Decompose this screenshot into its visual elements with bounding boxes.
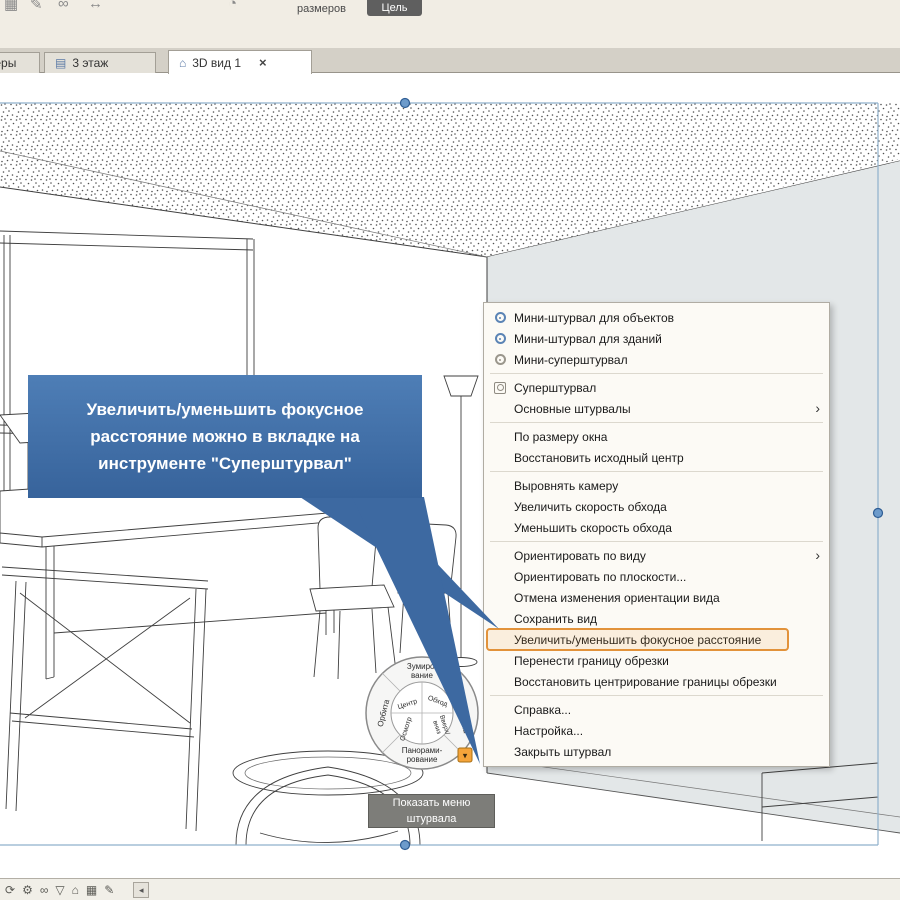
menu-item-label: Увеличить скорость обхода bbox=[514, 499, 667, 514]
menu-item-increase-walk-speed[interactable]: Увеличить скорость обхода bbox=[484, 496, 829, 517]
tab-label: 3D вид 1 bbox=[192, 55, 242, 70]
wheel-pan-label[interactable]: Панорами- bbox=[402, 746, 443, 755]
close-icon[interactable]: × bbox=[259, 55, 267, 70]
menu-item-orient-to-plane[interactable]: Ориентировать по плоскости... bbox=[484, 566, 829, 587]
settings-icon[interactable]: ⚙ bbox=[22, 884, 33, 896]
menu-item-fit-to-window[interactable]: По размеру окна bbox=[484, 426, 829, 447]
annotation-callout: Увеличить/уменьшить фокусное расстояние … bbox=[28, 375, 422, 498]
crop-handle-bottom bbox=[399, 839, 411, 851]
menu-item-mini-wheel-objects[interactable]: Мини-штурвал для объектов bbox=[484, 307, 829, 328]
menu-item-mini-wheel-buildings[interactable]: Мини-штурвал для зданий bbox=[484, 328, 829, 349]
menu-item-undo-orientation-change[interactable]: Отмена изменения ориентации вида bbox=[484, 587, 829, 608]
wheel-menu-button[interactable]: ▾ bbox=[457, 747, 473, 763]
menu-item-move-crop-boundary[interactable]: Перенести границу обрезки bbox=[484, 650, 829, 671]
wheel-tooltip-line1: Показать меню bbox=[392, 797, 471, 809]
target-button[interactable]: Цель bbox=[367, 0, 422, 16]
menu-item-label: Основные штурвалы bbox=[514, 401, 631, 416]
menu-item-label: Мини-штурвал для объектов bbox=[514, 310, 675, 325]
menu-item-label: Отмена изменения ориентации вида bbox=[514, 590, 720, 605]
menu-item-mini-super-wheel[interactable]: Мини-суперштурвал bbox=[484, 349, 829, 370]
menu-item-label: Справка... bbox=[514, 702, 572, 717]
crop-handle-right bbox=[872, 507, 884, 519]
menu-item-label: По размеру окна bbox=[514, 429, 608, 444]
menu-item-label: Восстановить центрирование границы обрез… bbox=[514, 674, 777, 689]
menu-item-basic-wheels[interactable]: Основные штурвалы › bbox=[484, 398, 829, 419]
svg-text:рование[interactable]: рование bbox=[407, 755, 438, 764]
view-tab-bar: ▤ еры ▤ 3 этаж ⌂ 3D вид 1 × bbox=[0, 48, 900, 74]
edit-icon[interactable]: ✎ bbox=[30, 0, 43, 13]
home-icon[interactable]: ⌂ bbox=[72, 884, 79, 896]
menu-item-label: Сохранить вид bbox=[514, 611, 598, 626]
drawing-canvas[interactable]: Зумиро- вание Панорами- рование Орбита П… bbox=[0, 73, 900, 878]
wheel-context-menu: Мини-штурвал для объектов Мини-штурвал д… bbox=[483, 302, 830, 767]
tab-partial[interactable]: ▤ еры bbox=[0, 52, 40, 73]
scroll-left-button[interactable]: ◂ bbox=[133, 881, 150, 898]
tab-label: 3 этаж bbox=[72, 56, 109, 70]
menu-item-level-camera[interactable]: Выровнять камеру bbox=[484, 475, 829, 496]
menu-item-close-wheel[interactable]: Закрыть штурвал bbox=[484, 741, 829, 762]
glasses-icon[interactable]: ∞ bbox=[40, 884, 49, 896]
sync-icon[interactable]: ⟳ bbox=[5, 884, 15, 896]
tab-floor-3[interactable]: ▤ 3 этаж bbox=[44, 52, 156, 73]
submenu-arrow-icon: › bbox=[815, 400, 820, 416]
menu-item-label: Увеличить/уменьшить фокусное расстояние bbox=[514, 632, 762, 647]
wheel-tooltip: Показать меню штурвала bbox=[368, 794, 495, 828]
callout-line2: расстояние можно в вкладке на bbox=[90, 427, 360, 446]
menu-item-label: Настройка... bbox=[514, 723, 584, 738]
menu-item-label: Мини-суперштурвал bbox=[514, 352, 628, 367]
tab-label: еры bbox=[0, 56, 17, 70]
menu-item-label: Выровнять камеру bbox=[514, 478, 619, 493]
grid-icon[interactable]: ▦ bbox=[86, 884, 97, 896]
menu-item-label: Перенести границу обрезки bbox=[514, 653, 669, 668]
menu-item-label: Закрыть штурвал bbox=[514, 744, 612, 759]
menu-item-label: Ориентировать по плоскости... bbox=[514, 569, 687, 584]
menu-item-super-wheel[interactable]: Суперштурвал bbox=[484, 377, 829, 398]
callout-line3: инструменте "Суперштурвал" bbox=[98, 454, 352, 473]
svg-text:вание[interactable]: вание bbox=[411, 671, 433, 680]
mini-super-wheel-icon bbox=[490, 354, 510, 365]
menu-item-label: Суперштурвал bbox=[514, 380, 597, 395]
crop-handle-top bbox=[399, 97, 411, 109]
menu-separator bbox=[490, 471, 823, 472]
menu-item-options[interactable]: Настройка... bbox=[484, 720, 829, 741]
mini-wheel-buildings-icon bbox=[490, 333, 510, 344]
chevron-down-icon: ▾ bbox=[463, 751, 468, 761]
menu-item-label: Мини-штурвал для зданий bbox=[514, 331, 662, 346]
menu-item-label: Уменьшить скорость обхода bbox=[514, 520, 672, 535]
menu-separator bbox=[490, 373, 823, 374]
ribbon: ▦ ✎ ∞ ↔ ◔ размеров Цель bbox=[0, 0, 900, 48]
mini-wheel-objects-icon bbox=[490, 312, 510, 323]
application-window: ▦ ✎ ∞ ↔ ◔ размеров Цель ▤ еры ▤ 3 этаж ⌂… bbox=[0, 0, 900, 900]
filter-icon[interactable]: ▽ bbox=[55, 884, 64, 896]
sheet-icon: ▤ bbox=[55, 56, 67, 70]
navigation-wheel[interactable]: Зумиро- вание Панорами- рование Орбита П… bbox=[357, 648, 489, 784]
submenu-arrow-icon: › bbox=[815, 547, 820, 563]
tab-3d-view-1[interactable]: ⌂ 3D вид 1 × bbox=[168, 50, 312, 74]
menu-item-save-view[interactable]: Сохранить вид bbox=[484, 608, 829, 629]
callout-line1: Увеличить/уменьшить фокусное bbox=[86, 400, 364, 419]
menu-item-help[interactable]: Справка... bbox=[484, 699, 829, 720]
menu-item-orient-to-view[interactable]: Ориентировать по виду › bbox=[484, 545, 829, 566]
menu-item-recenter-crop-boundary[interactable]: Восстановить центрирование границы обрез… bbox=[484, 671, 829, 692]
wheel-zoom-label[interactable]: Зумиро- bbox=[407, 662, 438, 671]
status-bar: ⟳ ⚙ ∞ ▽ ⌂ ▦ ✎ ◂ bbox=[0, 878, 900, 900]
xray-glasses-icon[interactable]: ∞ bbox=[58, 0, 69, 12]
menu-item-label: Восстановить исходный центр bbox=[514, 450, 684, 465]
menu-item-decrease-walk-speed[interactable]: Уменьшить скорость обхода bbox=[484, 517, 829, 538]
wheel-tooltip-line2: штурвала bbox=[406, 813, 457, 825]
menu-item-label: Ориентировать по виду bbox=[514, 548, 646, 563]
super-wheel-icon bbox=[490, 381, 510, 394]
grid-icon[interactable]: ▦ bbox=[4, 0, 18, 13]
menu-item-toggle-focal-length[interactable]: Увеличить/уменьшить фокусное расстояние bbox=[484, 628, 829, 651]
3d-view-icon: ⌂ bbox=[179, 55, 187, 70]
menu-separator bbox=[490, 695, 823, 696]
menu-item-restore-center[interactable]: Восстановить исходный центр bbox=[484, 447, 829, 468]
dimension-icon[interactable]: ↔ bbox=[88, 0, 103, 12]
menu-separator bbox=[490, 541, 823, 542]
refresh-icon[interactable]: ◔ bbox=[228, 0, 237, 12]
menu-separator bbox=[490, 422, 823, 423]
edit-icon[interactable]: ✎ bbox=[104, 884, 114, 896]
ribbon-group-label: размеров bbox=[297, 3, 346, 15]
